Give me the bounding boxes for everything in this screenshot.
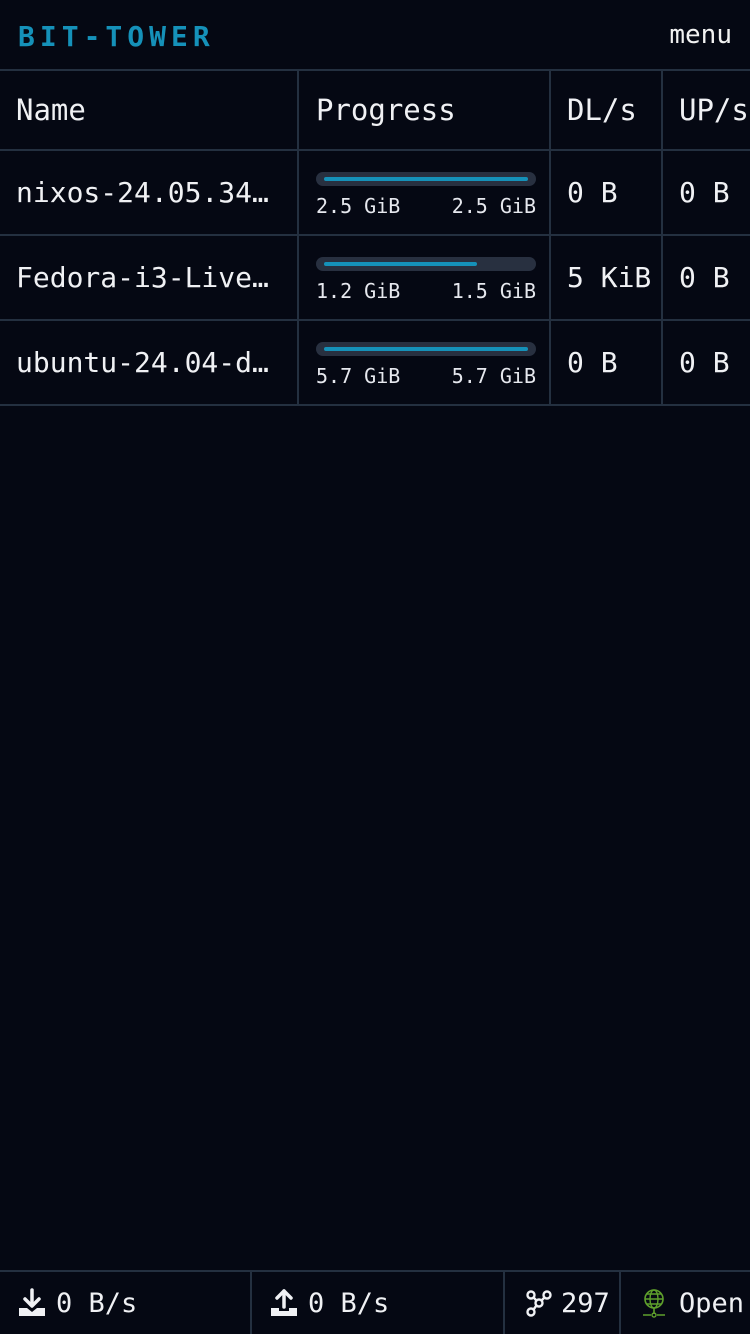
torrent-name-cell: Fedora-i3-Live... — [0, 236, 299, 319]
column-header-name[interactable]: Name — [0, 71, 299, 149]
network-status[interactable]: Open — [621, 1272, 750, 1334]
table-header-row: Name Progress DL/s UP/s — [0, 71, 750, 151]
torrent-name: nixos-24.05.34... — [16, 176, 278, 209]
torrent-name-cell: ubuntu-24.04-d... — [0, 321, 299, 404]
upload-rate-text: 0 B/s — [308, 1287, 390, 1319]
download-icon — [16, 1287, 48, 1319]
peer-count-text: 297 — [561, 1287, 610, 1319]
downloaded-size: 5.7 GiB — [316, 363, 401, 388]
column-header-up[interactable]: UP/s — [663, 71, 750, 149]
app-root: BIT-TOWER menu Name Progress DL/s UP/s n… — [0, 0, 750, 1334]
total-download-rate: 0 B/s — [0, 1272, 252, 1334]
globe-icon — [641, 1288, 667, 1318]
torrent-name: Fedora-i3-Live... — [16, 261, 278, 294]
progress-bar-fill — [324, 176, 528, 181]
upload-speed: 0 B — [679, 346, 730, 379]
total-size: 5.7 GiB — [451, 363, 536, 388]
upload-icon — [268, 1287, 300, 1319]
downloaded-size: 1.2 GiB — [316, 278, 401, 303]
status-bar: 0 B/s 0 B/s 297 Open — [0, 1270, 750, 1334]
progress-bar — [316, 171, 536, 186]
total-size: 1.5 GiB — [451, 278, 536, 303]
total-size: 2.5 GiB — [451, 193, 536, 218]
torrent-name-cell: nixos-24.05.34... — [0, 151, 299, 234]
table-row[interactable]: Fedora-i3-Live... 1.2 GiB 1.5 GiB 5 KiB … — [0, 236, 750, 321]
peer-count: 297 — [505, 1272, 621, 1334]
top-bar: BIT-TOWER menu — [0, 0, 750, 71]
progress-bar — [316, 256, 536, 271]
torrent-table: Name Progress DL/s UP/s nixos-24.05.34..… — [0, 71, 750, 406]
menu-button[interactable]: menu — [669, 20, 732, 50]
progress-bar-fill — [324, 346, 528, 351]
total-upload-rate: 0 B/s — [252, 1272, 505, 1334]
app-logo: BIT-TOWER — [18, 20, 215, 53]
download-speed: 0 B — [551, 151, 663, 234]
column-header-progress[interactable]: Progress — [299, 71, 551, 149]
progress-bar-fill — [324, 261, 477, 266]
downloaded-size: 2.5 GiB — [316, 193, 401, 218]
download-speed: 5 KiB — [551, 236, 663, 319]
table-row[interactable]: ubuntu-24.04-d... 5.7 GiB 5.7 GiB 0 B 0 … — [0, 321, 750, 406]
upload-speed: 0 B — [679, 261, 730, 294]
network-status-text: Open — [679, 1287, 745, 1319]
peers-icon — [525, 1289, 553, 1317]
download-rate-text: 0 B/s — [56, 1287, 138, 1319]
progress-bar — [316, 341, 536, 356]
upload-speed: 0 B — [679, 176, 730, 209]
torrent-name: ubuntu-24.04-d... — [16, 346, 278, 379]
column-header-dl[interactable]: DL/s — [551, 71, 663, 149]
progress-cell: 5.7 GiB 5.7 GiB — [299, 321, 551, 404]
progress-cell: 1.2 GiB 1.5 GiB — [299, 236, 551, 319]
progress-cell: 2.5 GiB 2.5 GiB — [299, 151, 551, 234]
download-speed: 0 B — [551, 321, 663, 404]
table-row[interactable]: nixos-24.05.34... 2.5 GiB 2.5 GiB 0 B 0 … — [0, 151, 750, 236]
